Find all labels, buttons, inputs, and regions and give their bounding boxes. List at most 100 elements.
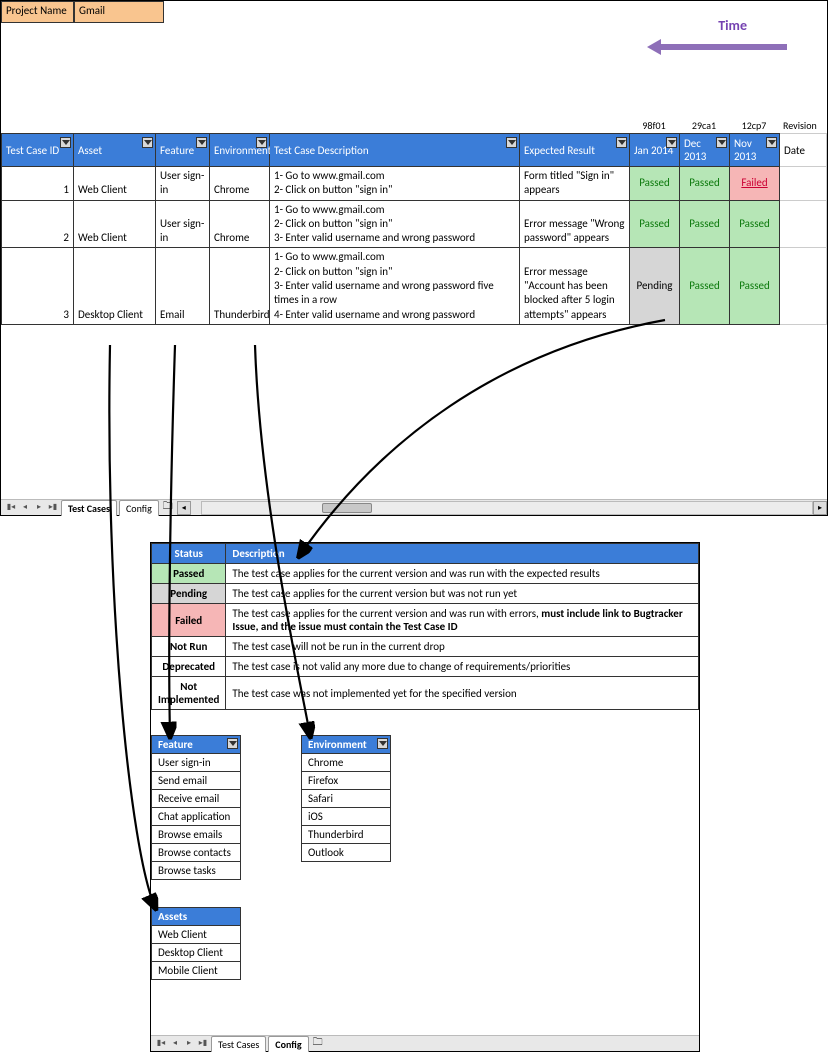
list-item[interactable]: Browse tasks [151,862,241,880]
sheet-bottom-bar: ▮◂ ◂ ▸ ▸▮ Test Cases Config 🗀 [151,1035,699,1051]
revision-label: Revision [779,119,827,132]
time-label: Time [718,17,747,34]
filter-icon[interactable] [716,137,727,148]
status-description: The test case was not implemented yet fo… [226,677,699,710]
nav-next-icon[interactable]: ▸ [33,502,45,514]
list-item[interactable]: Outlook [301,844,391,862]
list-item[interactable]: Chat application [151,808,241,826]
result-cell[interactable]: Passed [680,167,730,201]
col-environment[interactable]: Environment [210,134,270,167]
result-cell[interactable]: Passed [680,200,730,248]
table-header-row: Test Case ID Asset Feature Environment T… [2,134,827,167]
revision-code: 29ca1 [679,119,729,132]
list-item[interactable]: iOS [301,808,391,826]
config-sheet: Status Description PassedThe test case a… [150,542,700,1052]
tab-config[interactable]: Config [268,1036,308,1052]
list-item[interactable]: Firefox [301,772,391,790]
status-description: The test case is not valid any more due … [226,657,699,677]
filter-icon[interactable] [60,137,71,148]
col-date-label: Date [780,134,827,167]
horizontal-scrollbar[interactable] [201,501,813,515]
status-row: Not RunThe test case will not be run in … [152,637,699,657]
feature-header[interactable]: Feature [151,735,241,754]
nav-next-icon[interactable]: ▸ [183,1038,195,1050]
filter-icon[interactable] [666,137,677,148]
col-feature[interactable]: Feature [156,134,210,167]
project-name-value: Gmail [74,1,164,23]
nav-prev-icon[interactable]: ◂ [19,502,31,514]
environment-header[interactable]: Environment [301,735,391,754]
status-cell: Pending [152,584,226,604]
scroll-right-icon[interactable]: ▸ [813,501,827,515]
nav-first-icon[interactable]: ▮◂ [155,1038,167,1050]
filter-icon[interactable] [506,137,517,148]
list-item[interactable]: User sign-in [151,754,241,772]
table-row[interactable]: 2Web ClientUser sign-inChrome1- Go to ww… [2,200,827,248]
revision-code: 98f01 [629,119,679,132]
nav-last-icon[interactable]: ▸▮ [47,502,59,514]
project-name-label: Project Name [1,1,74,23]
list-item[interactable]: Safari [301,790,391,808]
tab-test-cases[interactable]: Test Cases [61,500,117,516]
col-nov-2013[interactable]: Nov 2013 [730,134,780,167]
col-asset[interactable]: Asset [74,134,156,167]
result-cell[interactable]: Passed [630,200,680,248]
list-item[interactable]: Browse emails [151,826,241,844]
table-row[interactable]: 1Web ClientUser sign-inChrome1- Go to ww… [2,167,827,201]
result-cell[interactable]: Pending [630,248,680,324]
col-dec-2013[interactable]: Dec 2013 [680,134,730,167]
tab-test-cases[interactable]: Test Cases [211,1036,266,1052]
revision-code: 12cp7 [729,119,779,132]
list-item[interactable]: Browse contacts [151,844,241,862]
status-row: PendingThe test case applies for the cur… [152,584,699,604]
col-jan-2014[interactable]: Jan 2014 [630,134,680,167]
sheet-overflow-icon[interactable]: 🗀 [163,499,173,516]
list-item[interactable]: Mobile Client [151,962,241,980]
list-item[interactable]: Desktop Client [151,944,241,962]
list-item[interactable]: Receive email [151,790,241,808]
status-row: FailedThe test case applies for the curr… [152,604,699,637]
filter-icon[interactable] [196,137,207,148]
assets-header[interactable]: Assets [151,907,241,926]
status-row: PassedThe test case applies for the curr… [152,564,699,584]
sheet-overflow-icon[interactable]: 🗀 [313,1035,323,1052]
environment-lookup: Environment ChromeFirefoxSafariiOSThunde… [301,735,391,862]
status-description: The test case applies for the current ve… [226,604,699,637]
assets-lookup: Assets Web ClientDesktop ClientMobile Cl… [151,907,241,980]
filter-icon[interactable] [766,137,777,148]
filter-icon[interactable] [256,137,267,148]
status-cell: Not Run [152,637,226,657]
status-row: Not ImplementedThe test case was not imp… [152,677,699,710]
result-cell[interactable]: Passed [630,167,680,201]
filter-icon[interactable] [142,137,153,148]
status-cell: Failed [152,604,226,637]
result-cell[interactable]: Passed [730,200,780,248]
list-item[interactable]: Thunderbird [301,826,391,844]
status-row: DeprecatedThe test case is not valid any… [152,657,699,677]
tab-config[interactable]: Config [119,500,159,516]
revision-row: 98f01 29ca1 12cp7 Revision [1,119,827,132]
list-item[interactable]: Send email [151,772,241,790]
test-cases-sheet: Project Name Gmail Time 98f01 29ca1 12cp… [0,0,828,516]
filter-icon[interactable] [227,738,238,749]
result-cell[interactable]: Passed [730,248,780,324]
col-expected-result[interactable]: Expected Result [520,134,630,167]
filter-icon[interactable] [616,137,627,148]
result-cell[interactable]: Passed [680,248,730,324]
col-description[interactable]: Test Case Description [270,134,520,167]
nav-prev-icon[interactable]: ◂ [169,1038,181,1050]
status-legend-table: Status Description PassedThe test case a… [151,543,699,710]
result-cell[interactable]: Failed [730,167,780,201]
scroll-left-icon[interactable]: ◂ [177,501,191,515]
list-item[interactable]: Web Client [151,926,241,944]
status-cell: Not Implemented [152,677,226,710]
filter-icon[interactable] [377,738,388,749]
list-item[interactable]: Chrome [301,754,391,772]
col-test-case-id[interactable]: Test Case ID [2,134,74,167]
test-cases-table: Test Case ID Asset Feature Environment T… [1,133,827,325]
nav-last-icon[interactable]: ▸▮ [197,1038,209,1050]
status-cell: Passed [152,564,226,584]
table-row[interactable]: 3Desktop ClientEmailThunderbird1- Go to … [2,248,827,324]
nav-first-icon[interactable]: ▮◂ [5,502,17,514]
time-arrow-icon [647,41,787,53]
